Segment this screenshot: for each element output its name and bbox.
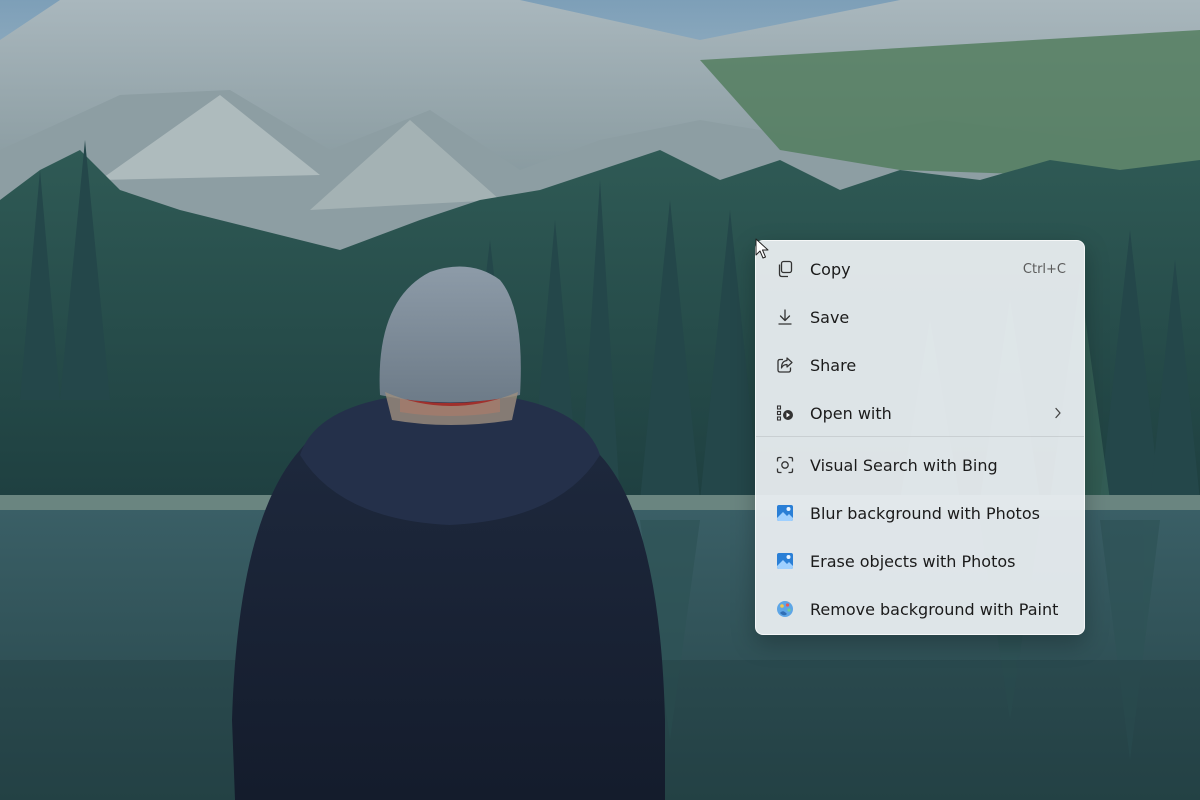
- menu-item-blur-background[interactable]: Blur background with Photos: [762, 493, 1078, 533]
- visual-search-icon: [774, 454, 796, 476]
- menu-item-label: Open with: [810, 403, 892, 423]
- photos-icon: [774, 550, 796, 572]
- menu-item-label: Share: [810, 355, 857, 375]
- desktop-scene: Copy Ctrl+C Save Share Open with Visual …: [0, 0, 1200, 800]
- menu-item-save[interactable]: Save: [762, 297, 1078, 337]
- menu-item-label: Blur background with Photos: [810, 503, 1040, 523]
- paint-icon: [774, 598, 796, 620]
- menu-item-open-with[interactable]: Open with: [762, 393, 1078, 433]
- menu-item-label: Erase objects with Photos: [810, 551, 1016, 571]
- copy-icon: [774, 258, 796, 280]
- download-icon: [774, 306, 796, 328]
- shortcut-label: Ctrl+C: [1022, 261, 1066, 277]
- menu-item-label: Save: [810, 307, 850, 327]
- menu-item-label: Remove background with Paint: [810, 599, 1059, 619]
- menu-item-share[interactable]: Share: [762, 345, 1078, 385]
- context-menu: Copy Ctrl+C Save Share Open with Visual …: [755, 240, 1085, 635]
- photos-icon: [774, 502, 796, 524]
- menu-item-remove-background[interactable]: Remove background with Paint: [762, 589, 1078, 629]
- menu-separator: [756, 436, 1084, 437]
- mouse-cursor-icon: [755, 238, 769, 259]
- open-with-icon: [774, 402, 796, 424]
- menu-item-visual-search[interactable]: Visual Search with Bing: [762, 445, 1078, 485]
- chevron-right-icon: [1054, 407, 1062, 419]
- menu-item-erase-objects[interactable]: Erase objects with Photos: [762, 541, 1078, 581]
- menu-item-copy[interactable]: Copy Ctrl+C: [762, 249, 1078, 289]
- menu-item-label: Visual Search with Bing: [810, 455, 998, 475]
- share-icon: [774, 354, 796, 376]
- menu-item-label: Copy: [810, 259, 851, 279]
